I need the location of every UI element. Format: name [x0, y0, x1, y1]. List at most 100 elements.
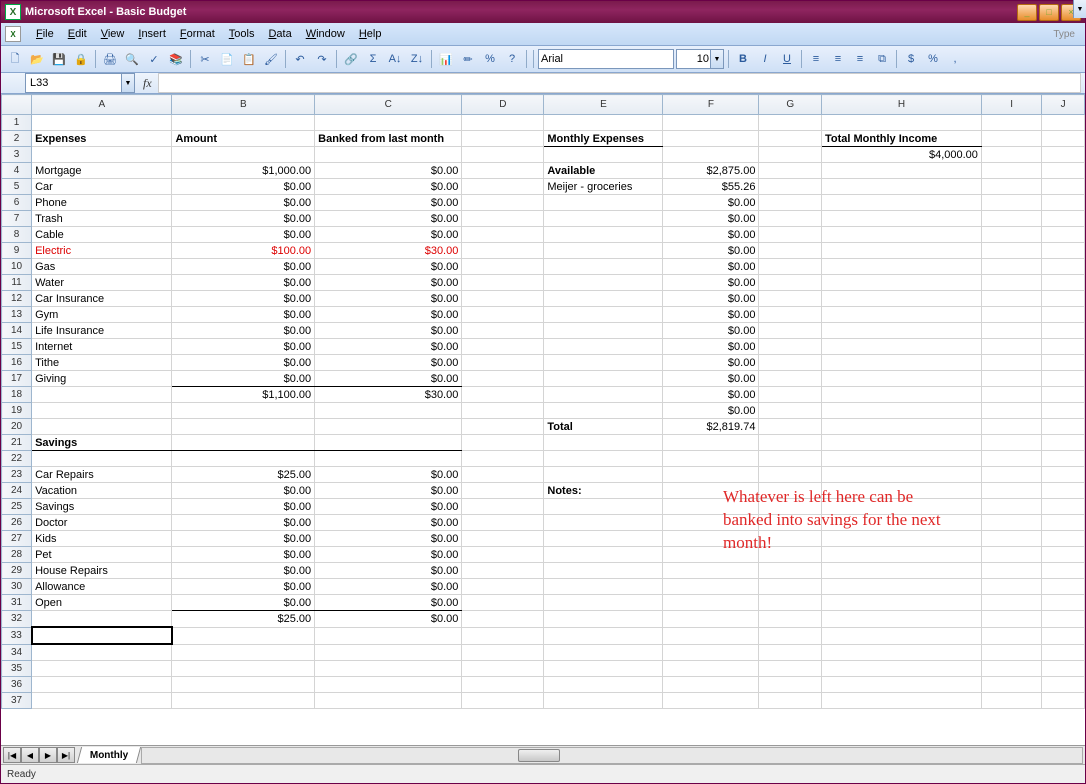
cell-I19[interactable] [981, 403, 1041, 419]
cell-B36[interactable] [172, 677, 315, 693]
cell-E7[interactable] [544, 211, 663, 227]
cell-J36[interactable] [1042, 677, 1085, 693]
cell-A18[interactable] [32, 387, 172, 403]
cell-H27[interactable] [821, 531, 981, 547]
cell-E1[interactable] [544, 115, 663, 131]
cell-F27[interactable] [663, 531, 759, 547]
cell-J5[interactable] [1042, 179, 1085, 195]
cell-I5[interactable] [981, 179, 1041, 195]
row-header-18[interactable]: 18 [2, 387, 32, 403]
menu-insert[interactable]: Insert [131, 26, 173, 42]
cell-J9[interactable] [1042, 243, 1085, 259]
cell-E22[interactable] [544, 451, 663, 467]
cell-B21[interactable] [172, 435, 315, 451]
cell-C34[interactable] [315, 644, 462, 661]
cell-B7[interactable]: $0.00 [172, 211, 315, 227]
cell-H37[interactable] [821, 693, 981, 709]
cell-J30[interactable] [1042, 579, 1085, 595]
cell-H31[interactable] [821, 595, 981, 611]
cell-E28[interactable] [544, 547, 663, 563]
cell-D6[interactable] [462, 195, 544, 211]
cell-C33[interactable] [315, 627, 462, 644]
cell-G9[interactable] [759, 243, 822, 259]
cell-A36[interactable] [32, 677, 172, 693]
cell-J12[interactable] [1042, 291, 1085, 307]
permission-button[interactable]: 🔒 [71, 49, 91, 69]
row-header-29[interactable]: 29 [2, 563, 32, 579]
cell-H33[interactable] [821, 627, 981, 644]
cell-J14[interactable] [1042, 323, 1085, 339]
cell-F7[interactable]: $0.00 [663, 211, 759, 227]
cell-J37[interactable] [1042, 693, 1085, 709]
cell-C5[interactable]: $0.00 [315, 179, 462, 195]
column-header-H[interactable]: H [821, 95, 981, 115]
row-header-14[interactable]: 14 [2, 323, 32, 339]
cell-A17[interactable]: Giving [32, 371, 172, 387]
cell-B16[interactable]: $0.00 [172, 355, 315, 371]
cell-F28[interactable] [663, 547, 759, 563]
menu-view[interactable]: View [94, 26, 132, 42]
cell-J20[interactable] [1042, 419, 1085, 435]
cell-D18[interactable] [462, 387, 544, 403]
cell-C19[interactable] [315, 403, 462, 419]
cell-G1[interactable] [759, 115, 822, 131]
cell-E17[interactable] [544, 371, 663, 387]
cell-F30[interactable] [663, 579, 759, 595]
merge-button[interactable]: ⧉ [872, 49, 892, 69]
cell-D15[interactable] [462, 339, 544, 355]
cell-A35[interactable] [32, 661, 172, 677]
cell-C7[interactable]: $0.00 [315, 211, 462, 227]
comma-button[interactable]: , [945, 49, 965, 69]
cell-A16[interactable]: Tithe [32, 355, 172, 371]
cell-F23[interactable] [663, 467, 759, 483]
cell-C23[interactable]: $0.00 [315, 467, 462, 483]
cell-A25[interactable]: Savings [32, 499, 172, 515]
cell-G15[interactable] [759, 339, 822, 355]
cell-J8[interactable] [1042, 227, 1085, 243]
cell-E23[interactable] [544, 467, 663, 483]
menu-format[interactable]: Format [173, 26, 222, 42]
cell-E21[interactable] [544, 435, 663, 451]
cell-E32[interactable] [544, 611, 663, 628]
menu-data[interactable]: Data [261, 26, 298, 42]
row-header-36[interactable]: 36 [2, 677, 32, 693]
cell-B23[interactable]: $25.00 [172, 467, 315, 483]
row-header-31[interactable]: 31 [2, 595, 32, 611]
cell-F14[interactable]: $0.00 [663, 323, 759, 339]
cell-G6[interactable] [759, 195, 822, 211]
cell-H13[interactable] [821, 307, 981, 323]
cell-A15[interactable]: Internet [32, 339, 172, 355]
cell-J21[interactable] [1042, 435, 1085, 451]
cell-B19[interactable] [172, 403, 315, 419]
cell-D26[interactable] [462, 515, 544, 531]
cell-I30[interactable] [981, 579, 1041, 595]
cell-F9[interactable]: $0.00 [663, 243, 759, 259]
cell-A31[interactable]: Open [32, 595, 172, 611]
cell-I37[interactable] [981, 693, 1041, 709]
cell-H32[interactable] [821, 611, 981, 628]
cell-C14[interactable]: $0.00 [315, 323, 462, 339]
cell-F35[interactable] [663, 661, 759, 677]
formula-input[interactable] [158, 73, 1081, 93]
cell-G23[interactable] [759, 467, 822, 483]
row-header-16[interactable]: 16 [2, 355, 32, 371]
cell-I18[interactable] [981, 387, 1041, 403]
cell-B11[interactable]: $0.00 [172, 275, 315, 291]
cell-A14[interactable]: Life Insurance [32, 323, 172, 339]
cell-H6[interactable] [821, 195, 981, 211]
cell-I20[interactable] [981, 419, 1041, 435]
cell-E9[interactable] [544, 243, 663, 259]
cell-C9[interactable]: $30.00 [315, 243, 462, 259]
cell-J18[interactable] [1042, 387, 1085, 403]
cell-E35[interactable] [544, 661, 663, 677]
cell-H8[interactable] [821, 227, 981, 243]
cell-H34[interactable] [821, 644, 981, 661]
cell-A34[interactable] [32, 644, 172, 661]
cell-F12[interactable]: $0.00 [663, 291, 759, 307]
cell-C35[interactable] [315, 661, 462, 677]
row-header-20[interactable]: 20 [2, 419, 32, 435]
cell-B10[interactable]: $0.00 [172, 259, 315, 275]
cell-C26[interactable]: $0.00 [315, 515, 462, 531]
cell-H10[interactable] [821, 259, 981, 275]
cell-A23[interactable]: Car Repairs [32, 467, 172, 483]
